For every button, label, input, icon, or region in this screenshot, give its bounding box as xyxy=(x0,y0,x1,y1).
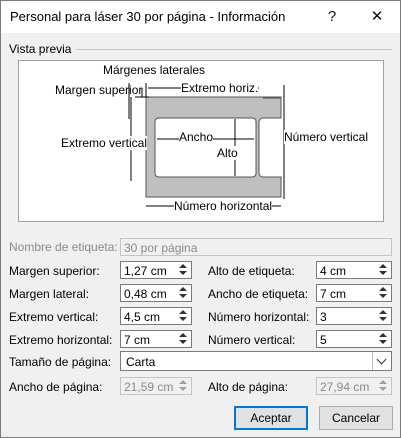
page-width-spinner xyxy=(177,378,191,394)
side-margin-value: 0,48 cm xyxy=(124,287,167,301)
top-margin-caption: Margen superior xyxy=(55,83,143,97)
number-down-spinner[interactable] xyxy=(377,331,391,347)
help-button[interactable]: ? xyxy=(309,1,355,33)
horizontal-pitch-caption: Extremo horiz. xyxy=(181,81,259,95)
preview-section-label: Vista previa xyxy=(9,42,72,56)
page-size-value: Carta xyxy=(126,355,156,369)
label-name-value: 30 por página xyxy=(124,241,198,255)
number-down-field[interactable]: 5 xyxy=(316,330,392,348)
page-width-value: 21,59 cm xyxy=(124,380,174,394)
title-bar: Personal para láser 30 por página - Info… xyxy=(1,1,400,33)
top-margin-spinner[interactable] xyxy=(177,262,191,278)
page-height-label: Alto de página: xyxy=(208,380,289,394)
horizontal-pitch-spinner[interactable] xyxy=(177,331,191,347)
number-across-field[interactable]: 3 xyxy=(316,307,392,325)
number-across-label: Número horizontal: xyxy=(208,310,310,324)
side-margin-spinner[interactable] xyxy=(177,285,191,301)
label-preview: Márgenes laterales Margen superior Extre… xyxy=(18,60,384,222)
side-margin-field[interactable]: 0,48 cm xyxy=(120,284,192,302)
number-across-caption: Número horizontal xyxy=(174,199,273,213)
label-name-label: Nombre de etiqueta: xyxy=(9,240,118,254)
page-height-field: 27,94 cm xyxy=(316,377,392,395)
section-divider xyxy=(76,49,392,50)
chevron-down-icon xyxy=(376,354,387,365)
page-height-spinner xyxy=(377,378,391,394)
label-width-spinner[interactable] xyxy=(377,285,391,301)
label-height-label: Alto de etiqueta: xyxy=(208,264,295,278)
vertical-pitch-caption: Extremo vertical xyxy=(61,136,148,150)
label-width-label: Ancho de etiqueta: xyxy=(208,287,309,301)
close-button[interactable]: ✕ xyxy=(354,1,400,33)
cancel-button[interactable]: Cancelar xyxy=(319,406,393,430)
page-size-label: Tamaño de página: xyxy=(9,355,112,369)
label-width-field[interactable]: 7 cm xyxy=(316,284,392,302)
width-caption: Ancho xyxy=(179,130,214,144)
label-cutout xyxy=(154,117,257,178)
top-margin-value: 1,27 cm xyxy=(124,264,167,278)
label-width-value: 7 cm xyxy=(320,287,347,301)
label-name-field: 30 por página xyxy=(120,238,392,256)
window-title: Personal para láser 30 por página - Info… xyxy=(10,9,286,24)
height-caption: Alto xyxy=(217,146,238,160)
page-width-field: 21,59 cm xyxy=(120,377,192,395)
label-details-dialog: Personal para láser 30 por página - Info… xyxy=(0,0,401,438)
horizontal-pitch-field[interactable]: 7 cm xyxy=(120,330,192,348)
vertical-pitch-label: Extremo vertical: xyxy=(9,310,99,324)
label-height-field[interactable]: 4 cm xyxy=(316,261,392,279)
vertical-pitch-value: 4,5 cm xyxy=(124,310,161,324)
top-margin-label: Margen superior: xyxy=(9,264,100,278)
page-size-select[interactable]: Carta xyxy=(120,351,392,371)
accept-button[interactable]: Aceptar xyxy=(234,406,308,430)
vertical-pitch-spinner[interactable] xyxy=(177,308,191,324)
number-across-spinner[interactable] xyxy=(377,308,391,324)
page-height-value: 27,94 cm xyxy=(320,380,370,394)
label-height-value: 4 cm xyxy=(320,264,347,278)
side-margin-label: Margen lateral: xyxy=(9,287,90,301)
number-across-value: 3 xyxy=(320,310,327,324)
side-margin-caption: Márgenes laterales xyxy=(103,63,206,77)
page-width-label: Ancho de página: xyxy=(9,380,103,394)
page-size-dropdown-button[interactable] xyxy=(372,352,391,370)
vertical-pitch-field[interactable]: 4,5 cm xyxy=(120,307,192,325)
horizontal-pitch-label: Extremo horizontal: xyxy=(9,333,113,347)
horizontal-pitch-value: 7 cm xyxy=(124,333,151,347)
number-down-caption: Número vertical xyxy=(284,130,369,144)
top-margin-field[interactable]: 1,27 cm xyxy=(120,261,192,279)
number-down-label: Número vertical: xyxy=(208,333,296,347)
label-height-spinner[interactable] xyxy=(377,262,391,278)
number-down-value: 5 xyxy=(320,333,327,347)
